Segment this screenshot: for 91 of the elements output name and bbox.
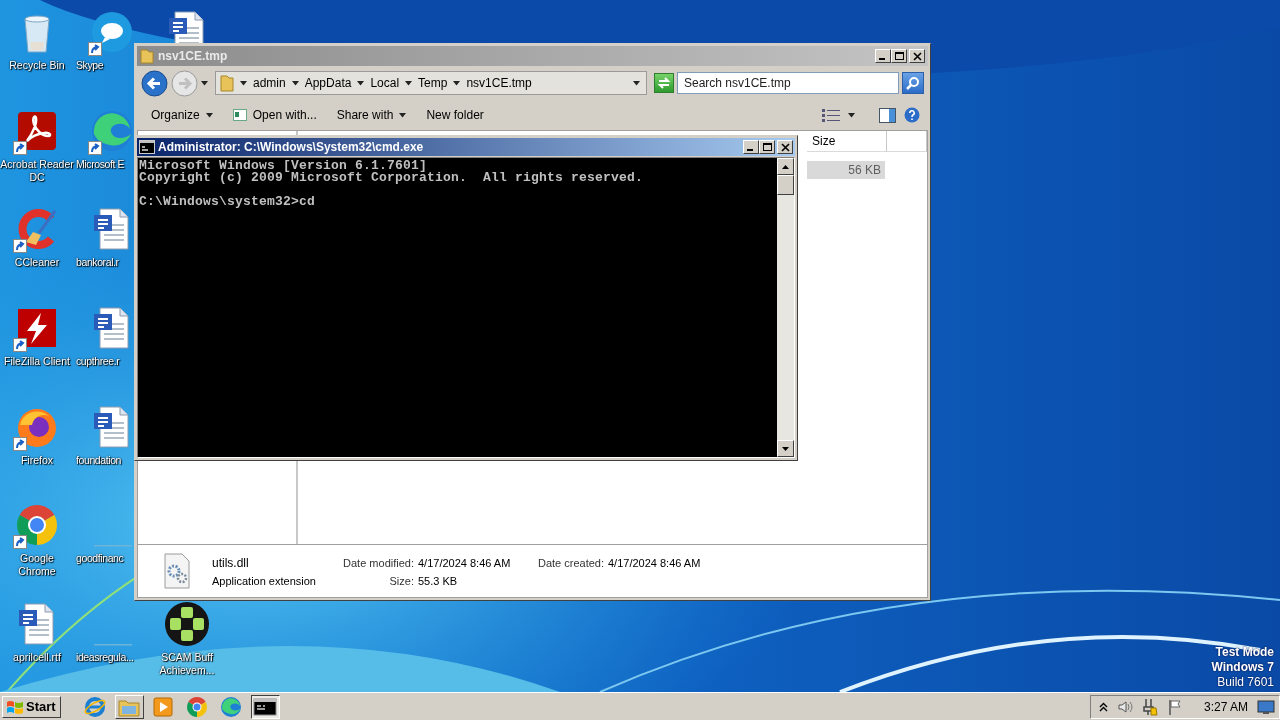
- icon-label[interactable]: Acrobat Reader DC: [0, 157, 74, 184]
- search-field[interactable]: Search nsv1CE.tmp: [677, 72, 899, 94]
- caret-icon: [205, 112, 213, 118]
- maximize-button[interactable]: [891, 49, 907, 63]
- speaker-icon[interactable]: [1116, 698, 1133, 715]
- refresh-icon: [657, 76, 671, 90]
- toolbar-button[interactable]: Share with: [330, 105, 413, 125]
- maximize-button[interactable]: [759, 140, 775, 154]
- preview-pane-icon[interactable]: [879, 107, 896, 123]
- chevron-icon[interactable]: [405, 80, 413, 86]
- down-arrow-icon: [782, 446, 789, 451]
- up-arrow-icon: [782, 164, 789, 169]
- minimize-icon: [879, 58, 885, 60]
- field-label: Size:: [388, 574, 414, 587]
- close-icon: [778, 141, 792, 153]
- breadcrumb-item[interactable]: nsv1CE.tmp: [466, 76, 532, 90]
- icon-label[interactable]: foundation: [76, 453, 122, 467]
- os-notice-text: Windows 7: [1211, 660, 1274, 675]
- os-notice-text: Test Mode: [1215, 645, 1274, 660]
- icon-label[interactable]: bankoral.r: [76, 256, 119, 270]
- chevron-icon[interactable]: [453, 80, 461, 86]
- back-button[interactable]: [141, 69, 168, 97]
- close-button[interactable]: [909, 49, 925, 63]
- minimize-button[interactable]: [875, 49, 891, 63]
- column-header[interactable]: Size: [807, 131, 887, 152]
- folder-icon: [220, 74, 234, 92]
- file-name: utils.dll: [212, 555, 250, 570]
- chevron-up-icon[interactable]: [1098, 701, 1108, 712]
- field-value: 55.3 KB: [418, 574, 459, 587]
- breadcrumb-item[interactable]: Temp: [418, 76, 448, 90]
- icon-label[interactable]: cupthree.r: [76, 354, 120, 368]
- monitor-icon[interactable]: [1257, 698, 1275, 715]
- refresh-button[interactable]: [654, 73, 674, 93]
- breadcrumb-item[interactable]: AppData: [304, 76, 352, 90]
- icon-label[interactable]: Firefox: [20, 453, 54, 467]
- icon-label[interactable]: Recycle Bin: [9, 59, 65, 72]
- icon-label[interactable]: aprilcell.rtf: [13, 650, 61, 664]
- windows-flag-icon: [6, 698, 24, 715]
- icon-label[interactable]: goodfinanc: [76, 552, 124, 566]
- toolbar-button[interactable]: Organize: [145, 105, 219, 125]
- console-line: Copyright (c) 2009 Microsoft Corporation. All rights reserved.: [139, 172, 645, 184]
- icon-label[interactable]: FileZilla Client: [4, 354, 70, 368]
- view-caret-icon[interactable]: [848, 112, 855, 118]
- maximize-icon: [760, 141, 774, 153]
- icon-label[interactable]: Microsoft E: [76, 157, 125, 171]
- flag-icon[interactable]: [1166, 698, 1183, 715]
- field-label: Date modified:: [342, 556, 414, 569]
- maximize-icon: [892, 50, 906, 62]
- toolbar-button[interactable]: Open with...: [226, 105, 323, 125]
- toolbar-button[interactable]: New folder: [420, 105, 490, 125]
- file-type: Application extension: [212, 574, 317, 587]
- size-cell[interactable]: 56 KB: [807, 161, 885, 179]
- chevron-icon[interactable]: [291, 80, 299, 86]
- icon-label[interactable]: ideasregula...: [76, 650, 134, 664]
- search-button[interactable]: [902, 72, 924, 94]
- icon-label[interactable]: Skype: [76, 59, 104, 72]
- window-icon: [232, 109, 247, 121]
- field-value: 4/17/2024 8:46 AM: [418, 556, 512, 569]
- console-line: C:\Windows\system32>cd: [139, 196, 317, 208]
- chevron-icon[interactable]: [240, 80, 247, 86]
- field-label: Date created:: [536, 556, 604, 569]
- address-bar[interactable]: admin AppData Local Temp nsv1CE.tmp: [215, 71, 647, 95]
- window-title: Administrator: C:\Windows\System32\cmd.exe: [158, 140, 425, 154]
- icon-label[interactable]: CCleaner: [14, 256, 60, 270]
- scroll-thumb[interactable]: [777, 175, 794, 195]
- icon-label[interactable]: Google Chrome: [0, 552, 74, 579]
- breadcrumb-item[interactable]: Local: [370, 76, 400, 90]
- search-icon: [906, 76, 920, 90]
- caret-icon: [399, 112, 407, 118]
- console-line: Microsoft Windows [Version 6.1.7601]: [139, 160, 428, 172]
- chevron-icon[interactable]: [357, 80, 365, 86]
- field-value: 4/17/2024 8:46 AM: [608, 556, 701, 569]
- start-button[interactable]: Start: [2, 695, 61, 718]
- console-icon: [139, 140, 155, 154]
- view-options-icon[interactable]: [822, 108, 840, 122]
- gamepad-icon[interactable]: [163, 600, 211, 648]
- network-icon[interactable]: [1141, 697, 1158, 716]
- scroll-up-button[interactable]: [777, 158, 794, 175]
- minimize-icon: [747, 149, 753, 151]
- close-button[interactable]: [777, 140, 793, 154]
- help-icon[interactable]: [904, 107, 920, 123]
- settings-file-icon: [162, 553, 192, 589]
- window-title: nsv1CE.tmp: [158, 49, 229, 63]
- breadcrumb-item[interactable]: admin: [253, 76, 286, 90]
- folder-icon: [140, 48, 154, 64]
- minimize-button[interactable]: [743, 140, 759, 154]
- os-notice-text: Build 7601: [1217, 675, 1274, 690]
- scroll-down-button[interactable]: [777, 440, 794, 457]
- clock[interactable]: 3:27 AM: [1203, 699, 1248, 714]
- close-icon: [910, 50, 924, 62]
- console-area[interactable]: Microsoft Windows [Version 6.1.7601] Copyright (c) 2009 Microsoft Corporation. All rights reserved. C:\Windows\system32>cd: [138, 158, 777, 457]
